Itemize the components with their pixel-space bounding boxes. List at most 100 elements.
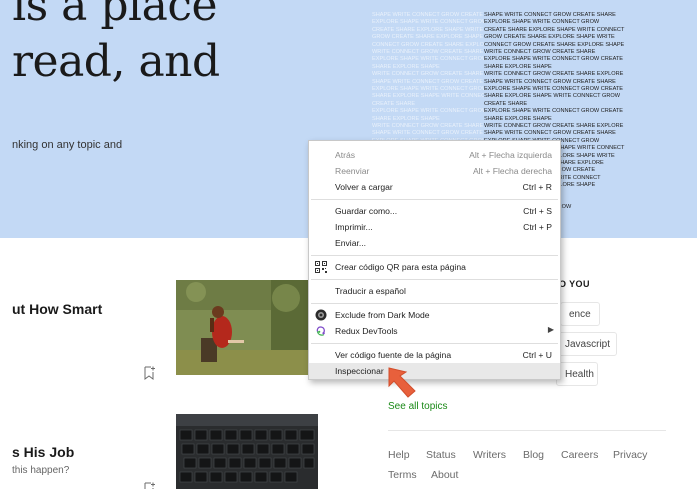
footer-link-status[interactable]: Status	[426, 449, 456, 461]
footer-link-blog[interactable]: Blog	[523, 449, 544, 461]
menu-item-back[interactable]: Atrás Alt + Flecha izquierda	[309, 147, 560, 163]
pattern-row-light-text: CONNECT GROW CREATE SHARE EXPLORE SHAPE	[372, 41, 484, 48]
pattern-row: EXPLORE SHAPE WRITE CONNECT GROW CREATEE…	[372, 56, 623, 63]
menu-item-redux-devtools[interactable]: Redux DevTools ▶	[309, 323, 560, 339]
menu-item-label: Reenviar	[335, 166, 370, 176]
article-1-title[interactable]: ut How Smart	[12, 301, 102, 317]
menu-item-shortcut: Ctrl + S	[523, 206, 552, 216]
qr-code-icon	[315, 261, 327, 273]
menu-item-label: Volver a cargar	[335, 182, 393, 192]
menu-item-save-as[interactable]: Guardar como... Ctrl + S	[309, 203, 560, 219]
menu-separator	[311, 255, 558, 256]
pattern-row-light-text: CREATE SHARE EXPLORE SHAPE WRITE CONNECT	[372, 26, 484, 33]
pattern-row-light-text: CREATE SHARE	[372, 100, 416, 107]
pattern-row-light-text: WRITE CONNECT GROW CREATE SHARE EXPLORE	[372, 71, 484, 78]
menu-item-shortcut: Ctrl + U	[522, 350, 552, 360]
pattern-row-text: SHAPE WRITE CONNECT GROW CREATE SHARE	[484, 12, 616, 18]
pattern-row-light-text: SHAPE WRITE CONNECT GROW CREATE SHARE	[372, 12, 484, 18]
pattern-row: EXPLORE SHAPE WRITE CONNECT GROW CREATEE…	[372, 108, 623, 115]
hero-title-line-1: is a place	[12, 0, 218, 31]
article-2-title[interactable]: s His Job	[12, 444, 74, 460]
menu-item-label: Traducir a español	[335, 286, 406, 296]
menu-item-reload[interactable]: Volver a cargar Ctrl + R	[309, 179, 560, 195]
menu-item-label: Redux DevTools	[335, 326, 398, 336]
pattern-row: SHARE EXPLORE SHAPE SHARE EXPLORE SHAPE	[372, 64, 552, 71]
pattern-row: SHAPE WRITE CONNECT GROW CREATE SHARESHA…	[372, 79, 616, 86]
footer-link-help[interactable]: Help	[388, 449, 410, 461]
pattern-row-text: SHARE EXPLORE SHAPE	[484, 63, 552, 70]
menu-item-label: Atrás	[335, 150, 356, 160]
menu-item-label: Imprimir...	[335, 222, 373, 232]
menu-item-forward[interactable]: Reenviar Alt + Flecha derecha	[309, 163, 560, 179]
pattern-row: GROW CREATE SHARE EXPLORE SHAPE WRITEGRO…	[372, 34, 615, 41]
menu-item-inspect[interactable]: Inspeccionar	[309, 363, 560, 379]
menu-separator	[311, 343, 558, 344]
menu-item-send[interactable]: Enviar...	[309, 235, 560, 251]
menu-item-exclude-dark-mode[interactable]: Exclude from Dark Mode	[309, 307, 560, 323]
pattern-row-light-text: EXPLORE SHAPE WRITE CONNECT GROW CREATE	[372, 86, 484, 92]
pattern-row-light-text: EXPLORE SHAPE WRITE CONNECT GROW	[372, 19, 484, 26]
pattern-row-light-text: SHARE EXPLORE SHAPE WRITE CONNECT GROW	[372, 93, 484, 100]
pattern-row-text: EXPLORE SHAPE WRITE CONNECT GROW	[484, 19, 600, 26]
context-menu: Atrás Alt + Flecha izquierda Reenviar Al…	[308, 140, 561, 380]
menu-item-shortcut: Ctrl + R	[522, 182, 552, 192]
submenu-arrow-icon: ▶	[547, 325, 554, 334]
menu-item-label: Inspeccionar	[335, 366, 384, 376]
pattern-row-light-text: GROW CREATE SHARE EXPLORE SHAPE WRITE	[372, 34, 484, 41]
pattern-row-light-text: SHAPE WRITE CONNECT GROW CREATE SHARE	[372, 130, 484, 137]
bookmark-add-icon[interactable]	[143, 482, 155, 489]
pattern-row: EXPLORE SHAPE WRITE CONNECT GROW CREATEE…	[372, 86, 623, 93]
menu-item-create-qr[interactable]: Crear código QR para esta página	[309, 259, 560, 275]
pattern-row: SHARE EXPLORE SHAPE SHARE EXPLORE SHAPE	[372, 116, 552, 123]
pattern-row-text: GROW CREATE SHARE EXPLORE SHAPE WRITE	[484, 34, 615, 41]
pattern-row-text: WRITE CONNECT GROW CREATE SHARE	[484, 49, 596, 55]
footer-link-privacy[interactable]: Privacy	[613, 449, 647, 461]
menu-item-label: Guardar como...	[335, 206, 398, 216]
pattern-row: WRITE CONNECT GROW CREATE SHARE WRITE CON…	[372, 49, 595, 56]
pattern-row: CONNECT GROW CREATE SHARE EXPLORE SHAPEC…	[372, 42, 624, 49]
article-2-thumbnail[interactable]	[176, 414, 318, 489]
footer-divider	[388, 430, 666, 431]
pattern-row-text: SHAPE WRITE CONNECT GROW CREATE SHARE	[484, 78, 616, 85]
article-2-subtitle: this happen?	[12, 465, 70, 476]
footer-link-terms[interactable]: Terms	[388, 469, 417, 481]
pattern-row-text: CONNECT GROW CREATE SHARE EXPLORE SHAPE	[484, 41, 625, 48]
menu-item-shortcut: Ctrl + P	[523, 222, 552, 232]
menu-item-label: Enviar...	[335, 238, 367, 248]
pattern-row-text: SHARE EXPLORE SHAPE WRITE CONNECT GROW	[484, 93, 621, 100]
menu-item-view-source[interactable]: Ver código fuente de la página Ctrl + U	[309, 347, 560, 363]
pattern-row-light-text: WRITE CONNECT GROW CREATE SHARE EXPLORE	[372, 123, 484, 129]
footer-link-about[interactable]: About	[431, 469, 458, 481]
recommended-topics-heading: O YOU	[559, 279, 590, 289]
pattern-row-text: EXPLORE SHAPE WRITE CONNECT GROW CREATE	[484, 108, 624, 115]
see-all-topics-link[interactable]: See all topics	[388, 401, 447, 412]
redux-icon	[316, 326, 325, 336]
pattern-row: SHARE EXPLORE SHAPE WRITE CONNECT GROWSH…	[372, 93, 620, 100]
dark-mode-icon	[315, 309, 327, 321]
menu-item-label: Crear código QR para esta página	[335, 262, 466, 272]
bookmark-add-icon[interactable]	[143, 366, 155, 380]
footer-link-careers[interactable]: Careers	[561, 449, 598, 461]
topic-pill-javascript[interactable]: Javascript	[556, 332, 617, 356]
menu-item-label: Exclude from Dark Mode	[335, 310, 430, 320]
menu-item-print[interactable]: Imprimir... Ctrl + P	[309, 219, 560, 235]
footer-link-writers[interactable]: Writers	[473, 449, 506, 461]
pattern-row-light-text: SHARE EXPLORE SHAPE	[372, 63, 440, 70]
pattern-row-light-text: EXPLORE SHAPE WRITE CONNECT GROW CREATE	[372, 108, 484, 115]
pattern-row: WRITE CONNECT GROW CREATE SHARE EXPLOREW…	[372, 71, 623, 78]
pointer-arrow-icon	[388, 367, 416, 398]
article-1-thumbnail[interactable]	[176, 280, 318, 375]
pattern-row-text: CREATE SHARE	[484, 100, 528, 107]
menu-item-shortcut: Alt + Flecha izquierda	[469, 150, 552, 160]
menu-separator	[311, 279, 558, 280]
pattern-row-text: CREATE SHARE EXPLORE SHAPE WRITE CONNECT	[484, 26, 625, 33]
pattern-row-text: EXPLORE SHAPE WRITE CONNECT GROW CREATE	[484, 56, 624, 63]
menu-separator	[311, 303, 558, 304]
pattern-row-text: WRITE CONNECT GROW CREATE SHARE EXPLORE	[484, 123, 624, 129]
menu-item-translate[interactable]: Traducir a español	[309, 283, 560, 299]
pattern-row: CREATE SHARE EXPLORE SHAPE WRITE CONNECT…	[372, 27, 624, 34]
pattern-row-light-text: EXPLORE SHAPE WRITE CONNECT GROW CREATE	[372, 56, 484, 63]
topic-pill-health[interactable]: Health	[556, 362, 598, 386]
topic-pill-science[interactable]: ence	[560, 302, 600, 326]
menu-item-shortcut: Alt + Flecha derecha	[472, 166, 552, 176]
